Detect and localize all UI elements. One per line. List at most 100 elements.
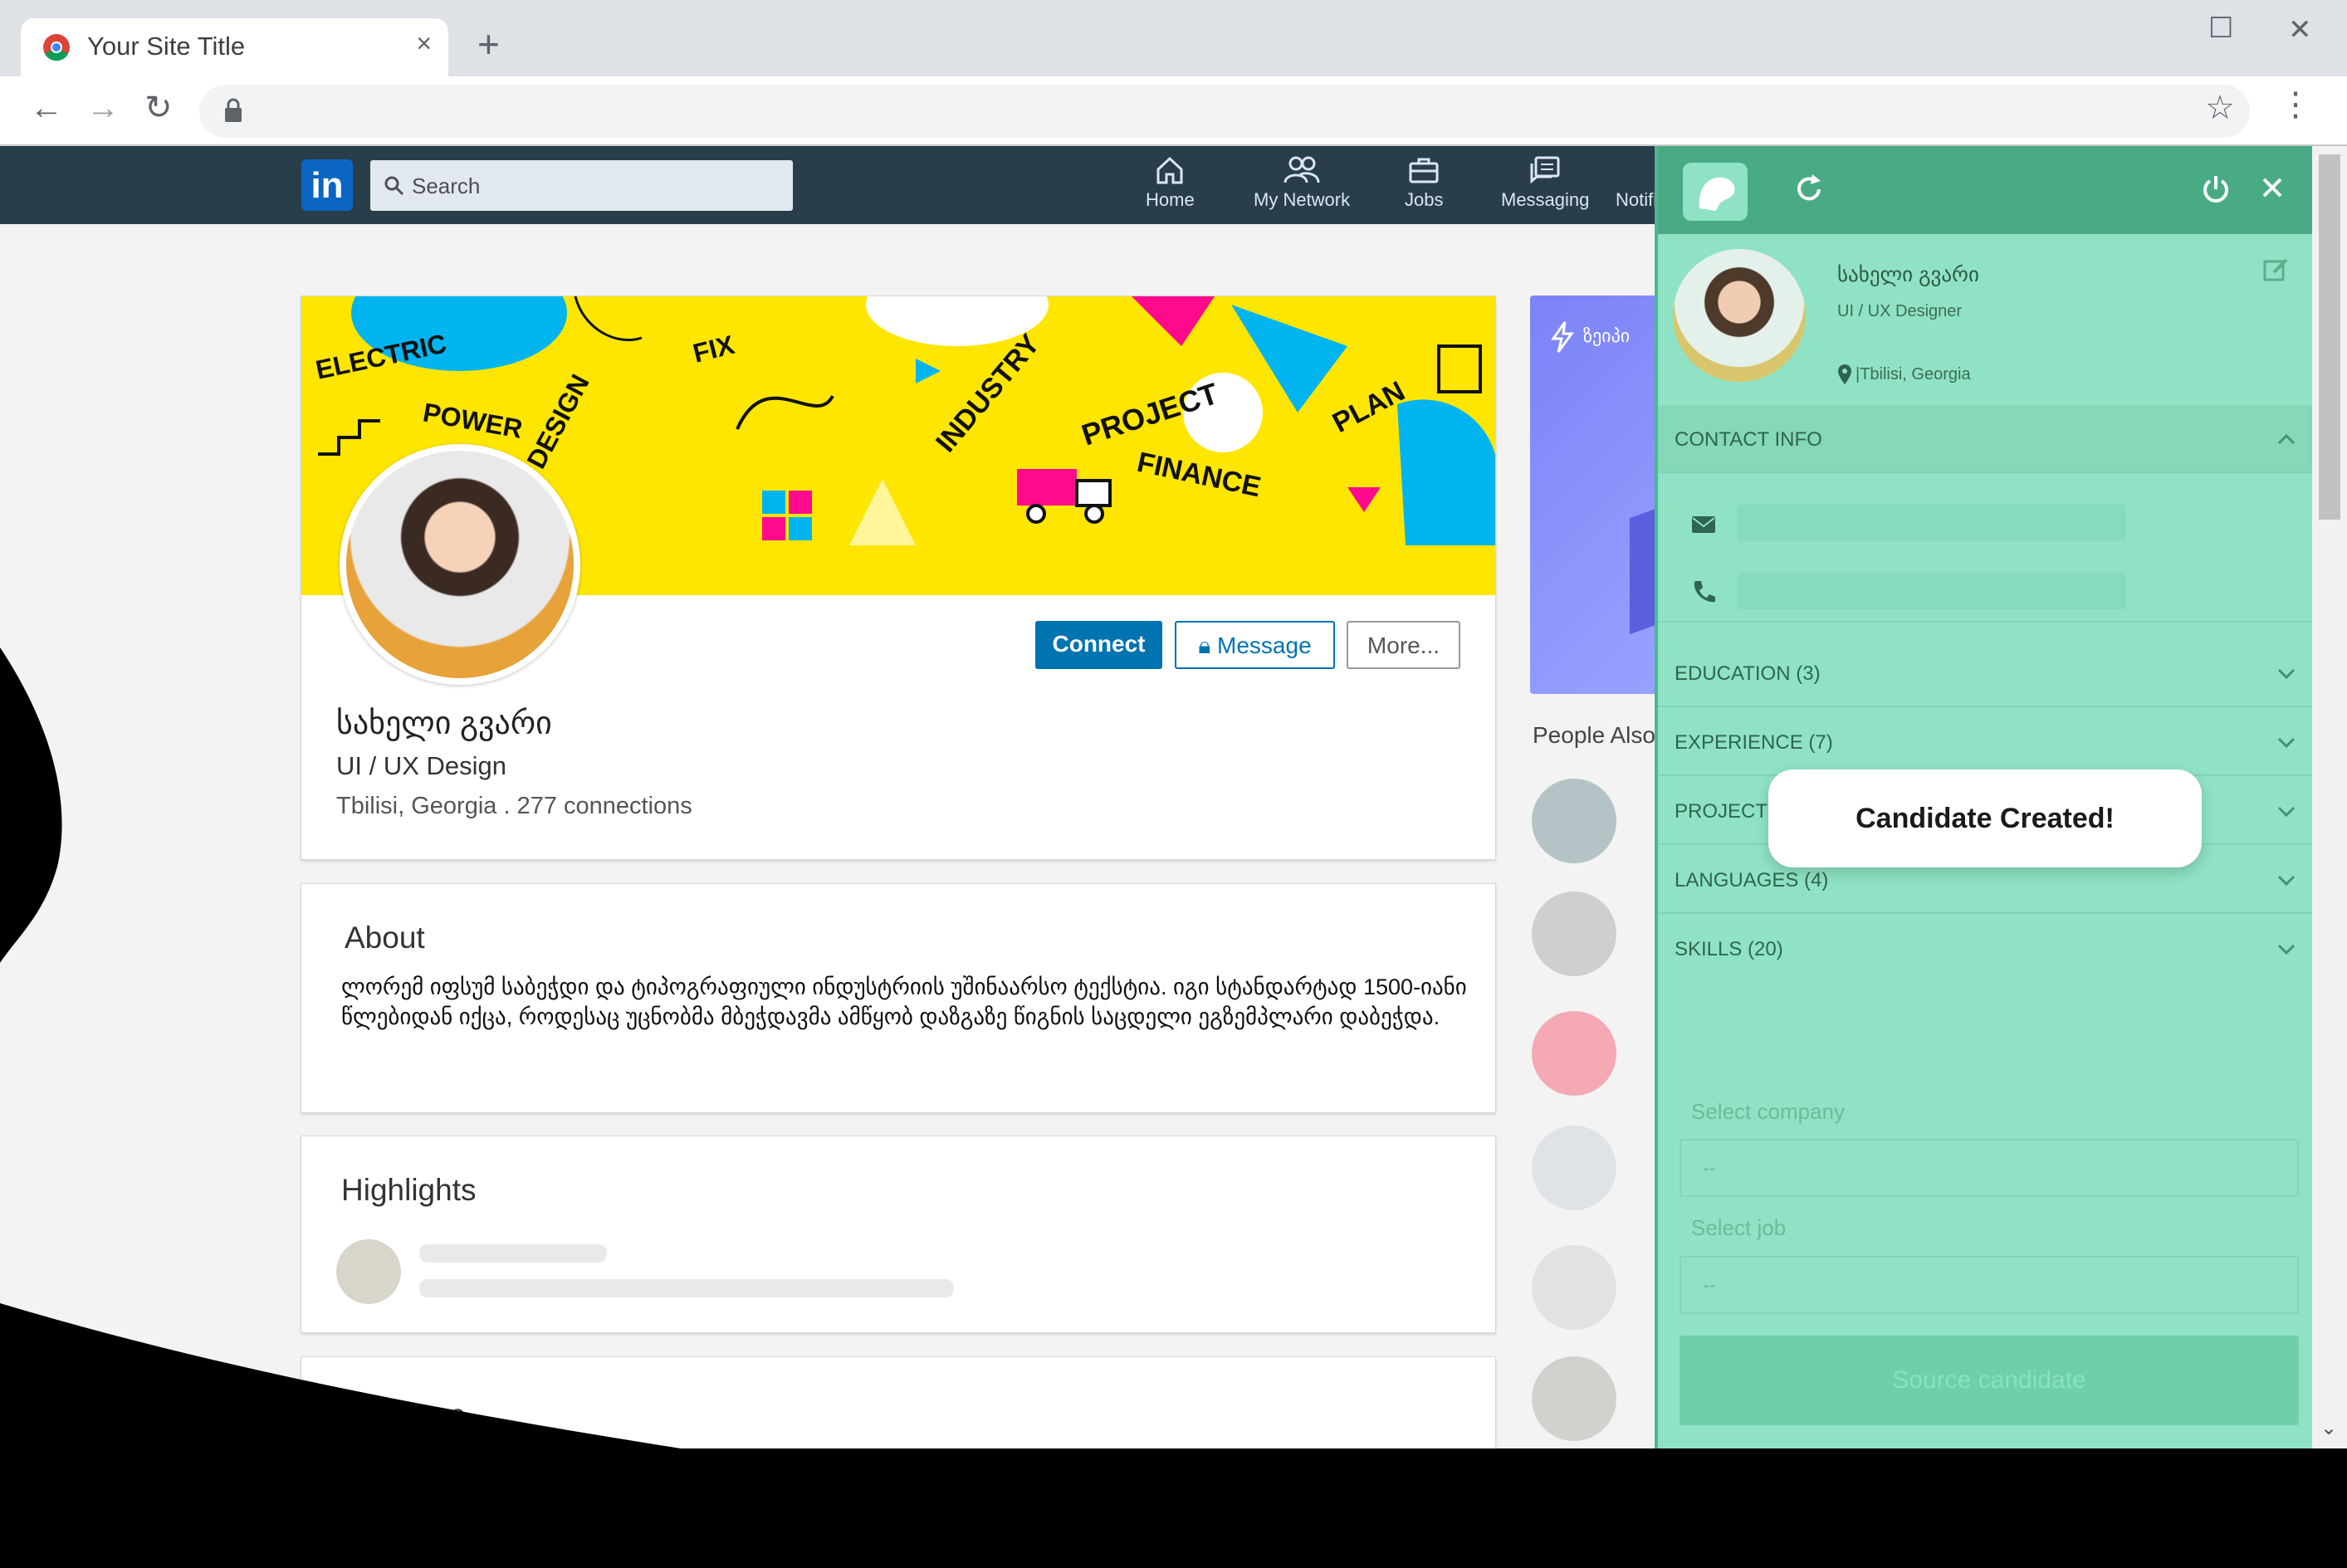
nav-my-network[interactable]: My Network (1254, 154, 1350, 211)
edit-icon[interactable] (2262, 256, 2291, 284)
lock-icon (225, 98, 242, 122)
about-text: ლორემ იფსუმ საბეჭდი და ტიპოგრაფიული ინდუ… (341, 975, 1467, 1029)
sidebar-ad-text: ზეიპი (1583, 325, 1631, 346)
back-arrow-icon[interactable]: ← (30, 91, 63, 125)
candidate-summary: სახელი გვარი UI / UX Designer |Tbilisi, … (1658, 234, 2312, 408)
power-icon[interactable] (2199, 173, 2232, 206)
person-avatar[interactable] (1532, 1126, 1616, 1210)
chevron-down-icon (2277, 737, 2296, 749)
phone-field[interactable] (1738, 573, 2126, 609)
email-icon (1692, 516, 1715, 533)
section-label: EXPERIENCE (7) (1675, 731, 1833, 754)
section-label: PROJECTS (1675, 800, 1782, 823)
url-omnibox[interactable] (199, 85, 2250, 138)
section-label: LANGUAGES (4) (1675, 869, 1829, 891)
person-avatar[interactable] (1532, 891, 1616, 976)
phone-icon (1694, 581, 1715, 603)
nav-home[interactable]: Home (1146, 154, 1195, 211)
profile-location-connections: Tbilisi, Georgia . 277 connections (336, 793, 692, 819)
skeleton-line (419, 1244, 607, 1263)
email-field[interactable] (1738, 505, 2126, 541)
people-also-viewed-heading: People Also (1533, 722, 1655, 748)
profile-headline: UI / UX Design (336, 751, 507, 780)
highlights-heading: Highlights (341, 1173, 477, 1207)
nav-my-network-label: My Network (1254, 189, 1351, 210)
bookmark-star-icon[interactable]: ☆ (2205, 91, 2235, 125)
svg-text:FINANCE: FINANCE (1134, 447, 1264, 504)
candidate-role: UI / UX Designer (1837, 302, 1963, 320)
svg-text:FIX: FIX (690, 330, 738, 369)
section-skills[interactable]: SKILLS (20) (1658, 915, 2312, 983)
nav-messaging[interactable]: Messaging (1501, 154, 1589, 211)
candidate-name: სახელი გვარი (1837, 263, 1979, 286)
select-company-label: Select company (1691, 1099, 1845, 1124)
svg-text:POWER: POWER (421, 397, 525, 443)
section-education[interactable]: EDUCATION (3) (1658, 639, 2312, 707)
candidate-location: |Tbilisi, Georgia (1856, 365, 1971, 383)
about-card: About ლორემ იფსუმ საბეჭდი და ტიპოგრაფიულ… (301, 883, 1496, 1113)
nav-jobs-label: Jobs (1405, 189, 1444, 210)
section-experience[interactable]: EXPERIENCE (7) (1658, 708, 2312, 776)
home-icon (1156, 156, 1183, 184)
window-close-icon[interactable]: ✕ (2288, 13, 2312, 46)
chevron-down-icon (2277, 806, 2296, 818)
refresh-icon[interactable] (1792, 173, 1826, 206)
connect-button[interactable]: Connect (1035, 621, 1162, 669)
chevron-down-icon (2277, 875, 2296, 887)
select-job-label: Select job (1691, 1215, 1787, 1240)
section-label: SKILLS (20) (1675, 938, 1783, 960)
tab-close-icon[interactable]: × (416, 28, 432, 59)
address-bar: ← → ↻ ☆ ⋮ (0, 76, 2347, 146)
messaging-icon (1530, 156, 1560, 184)
nav-notifications-label: Notifi (1616, 189, 1658, 210)
decorative-blob (0, 647, 62, 963)
message-button-label: Message (1217, 633, 1312, 658)
more-button[interactable]: More... (1347, 621, 1460, 669)
lock-icon: 🔒︎ (1198, 633, 1211, 658)
profile-name: სახელი გვარი (336, 706, 552, 741)
reload-icon[interactable]: ↻ (144, 91, 173, 125)
search-icon (384, 176, 404, 196)
person-avatar[interactable] (1532, 779, 1616, 863)
chevron-up-icon (2277, 433, 2296, 445)
person-avatar[interactable] (1532, 1011, 1616, 1096)
network-icon (1284, 156, 1320, 183)
svg-text:DESIGN: DESIGN (521, 369, 594, 473)
tab-bar: Your Site Title × + ☐ ✕ (0, 0, 2347, 76)
chrome-icon (43, 34, 70, 61)
browser-window: Your Site Title × + ☐ ✕ ← → ↻ ☆ ⋮ in Sea… (0, 0, 2347, 1448)
nav-jobs[interactable]: Jobs (1405, 154, 1443, 211)
svg-text:INDUSTRY: INDUSTRY (930, 328, 1046, 458)
select-company-dropdown[interactable]: -- (1680, 1139, 2299, 1197)
nav-messaging-label: Messaging (1501, 189, 1590, 210)
search-input[interactable] (412, 172, 777, 200)
forward-arrow-icon[interactable]: → (86, 91, 120, 125)
section-label: EDUCATION (3) (1675, 662, 1821, 685)
select-job-value: -- (1703, 1274, 1716, 1297)
tab-title: Your Site Title (87, 32, 246, 61)
linkedin-header: in Home My Network (0, 146, 1660, 224)
section-label: CONTACT INFO (1675, 428, 1822, 451)
chevron-down-icon (2277, 944, 2296, 955)
close-icon[interactable] (2257, 173, 2287, 203)
maximize-icon[interactable]: ☐ (2208, 12, 2233, 45)
section-contact-info[interactable]: CONTACT INFO (1658, 405, 2312, 473)
browser-menu-icon[interactable]: ⋮ (2279, 88, 2312, 121)
select-company-value: -- (1703, 1157, 1716, 1180)
profile-avatar[interactable] (340, 444, 580, 685)
linkedin-logo[interactable]: in (301, 159, 353, 211)
message-button[interactable]: 🔒︎ Message (1175, 621, 1335, 669)
candidate-created-toast: Candidate Created! (1768, 769, 2202, 867)
page-scrollbar[interactable]: ⌄ (2312, 146, 2347, 1448)
browser-tab[interactable]: Your Site Title × (21, 18, 448, 76)
nav-notifications[interactable]: Notifi (1616, 154, 1660, 211)
extension-header (1658, 146, 2312, 234)
location-pin-icon (1838, 364, 1851, 384)
search-box[interactable] (370, 160, 793, 211)
chevron-down-icon (2277, 668, 2296, 680)
decorative-wave (0, 1303, 681, 1448)
new-tab-button[interactable]: + (477, 25, 500, 63)
extension-logo[interactable] (1683, 163, 1748, 221)
scrollbar-thumb[interactable] (2319, 154, 2340, 520)
jobs-icon (1409, 158, 1439, 183)
